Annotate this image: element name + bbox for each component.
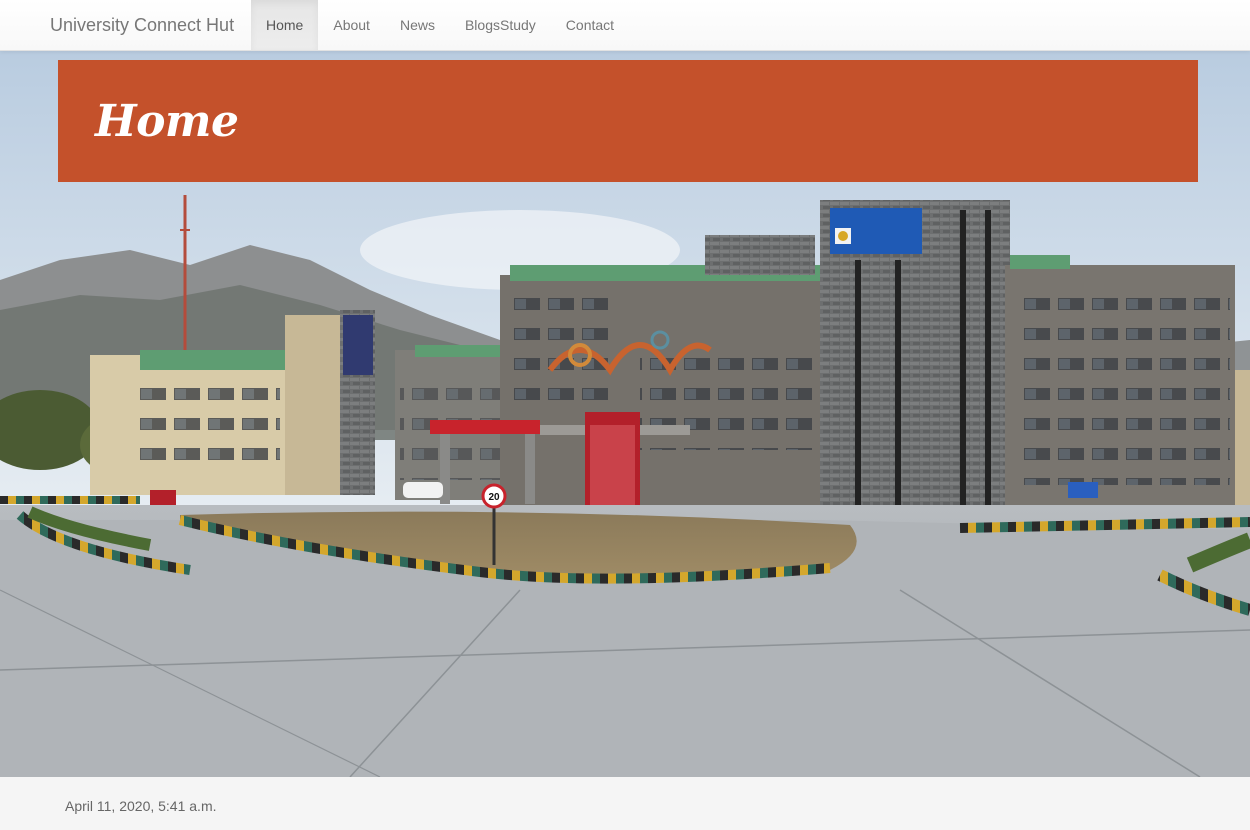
nav-item-news: News bbox=[385, 0, 450, 50]
nav-link-home[interactable]: Home bbox=[251, 0, 319, 50]
nav-item-blogsstudy: BlogsStudy bbox=[450, 0, 551, 50]
nav-link-blogsstudy[interactable]: BlogsStudy bbox=[450, 0, 551, 50]
page-title: Home bbox=[95, 96, 239, 147]
top-navbar: University Connect Hut Home About News B… bbox=[0, 0, 1250, 51]
nav-menu: Home About News BlogsStudy Contact bbox=[251, 0, 629, 50]
nav-link-about[interactable]: About bbox=[318, 0, 385, 50]
nav-link-news[interactable]: News bbox=[385, 0, 450, 50]
nav-item-contact: Contact bbox=[551, 0, 629, 50]
brand-link[interactable]: University Connect Hut bbox=[50, 0, 234, 50]
nav-item-about: About bbox=[318, 0, 385, 50]
nav-item-home: Home bbox=[251, 0, 319, 50]
post-meta-bar: April 11, 2020, 5:41 a.m. bbox=[0, 777, 1250, 830]
post-timestamp: April 11, 2020, 5:41 a.m. bbox=[65, 798, 217, 814]
page-title-banner: Home bbox=[58, 60, 1198, 182]
nav-link-contact[interactable]: Contact bbox=[551, 0, 629, 50]
speed-limit-sign-text: 20 bbox=[488, 492, 500, 503]
